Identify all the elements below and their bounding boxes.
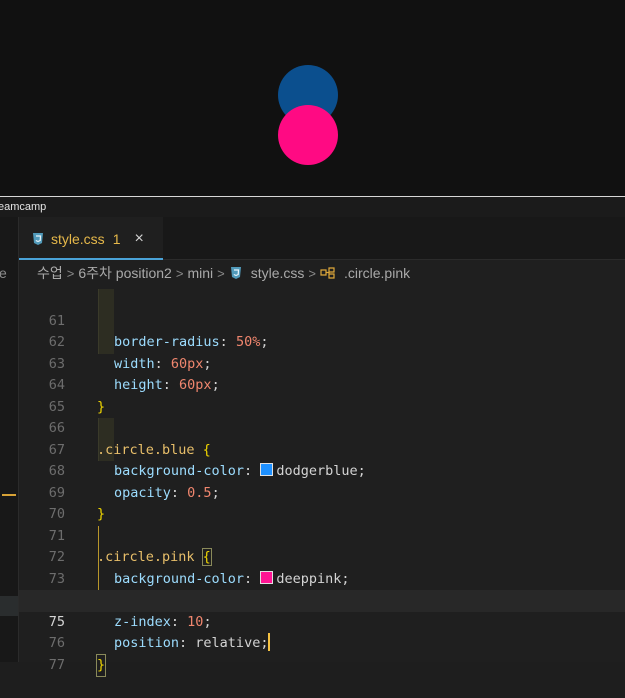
code-line[interactable]: 77 [19, 633, 625, 673]
css-file-icon [229, 266, 243, 280]
breadcrumb: 수업 > 6주차 position2 > mini > style.css > … [19, 260, 625, 286]
code-line[interactable]: 74 z-index: 10; [19, 569, 625, 630]
code-view[interactable]: 61 border-radius: 50%; 62 width: 60px; 6… [19, 289, 625, 677]
code-line[interactable]: 71 .circle.pink { [19, 504, 625, 566]
code-line[interactable]: 69 } [19, 461, 625, 523]
explorer-modified-marker [2, 494, 16, 496]
code-text: } [95, 653, 107, 677]
browser-preview [0, 0, 625, 196]
breadcrumb-item-folder-2[interactable]: 6주차 position2 [78, 263, 171, 283]
code-line[interactable]: 66 .circle.blue { [19, 397, 625, 458]
code-line[interactable]: 64 } [19, 354, 625, 415]
breadcrumb-item-folder-3[interactable]: mini [187, 265, 213, 281]
code-editor: e style.css 1 × 수업 > 6주차 position2 > min… [0, 217, 625, 677]
chevron-right-icon: > [66, 265, 75, 281]
code-line[interactable]: 76 } [19, 612, 625, 677]
code-line[interactable]: 67 background-color: dodgerblue; [19, 418, 625, 480]
code-line[interactable]: 62 width: 60px; [19, 311, 625, 372]
circle-pink [278, 105, 338, 165]
css-selector-icon [320, 266, 336, 280]
line-number: 77 [48, 656, 65, 673]
tab-problem-count: 1 [112, 230, 121, 247]
code-line[interactable]: 73 margin-top: -20px; [19, 547, 625, 609]
window-title-bar: eamcamp [0, 197, 625, 217]
explorer-item-fragment[interactable]: e [0, 265, 7, 281]
breadcrumb-item-selector[interactable]: .circle.pink [344, 265, 410, 281]
code-line[interactable]: 72 background-color: deeppink; [19, 526, 625, 587]
code-line[interactable]: 68 opacity: 0.5; [19, 440, 625, 501]
code-line[interactable]: 65 [19, 375, 625, 415]
editor-tab-bar: style.css 1 × [19, 217, 625, 260]
close-icon[interactable]: × [134, 230, 143, 248]
code-line[interactable]: 63 height: 60px; [19, 332, 625, 394]
chevron-right-icon: > [175, 265, 184, 281]
code-line[interactable]: 61 border-radius: 50%; [19, 289, 625, 351]
css-file-icon [31, 232, 45, 246]
breadcrumb-item-folder-1[interactable]: 수업 [37, 263, 63, 283]
code-line[interactable]: 70 [19, 483, 625, 522]
tab-style-css[interactable]: style.css 1 × [19, 217, 163, 260]
chevron-right-icon: > [217, 265, 225, 281]
code-line-active[interactable]: 75 position: relative; [19, 590, 625, 651]
chevron-right-icon: > [308, 265, 316, 281]
explorer-panel-edge[interactable]: e [0, 217, 19, 662]
breadcrumb-item-file[interactable]: style.css [251, 265, 305, 281]
tab-label: style.css [51, 230, 105, 247]
explorer-selected-row[interactable] [0, 596, 18, 616]
window-title: eamcamp [0, 201, 47, 213]
